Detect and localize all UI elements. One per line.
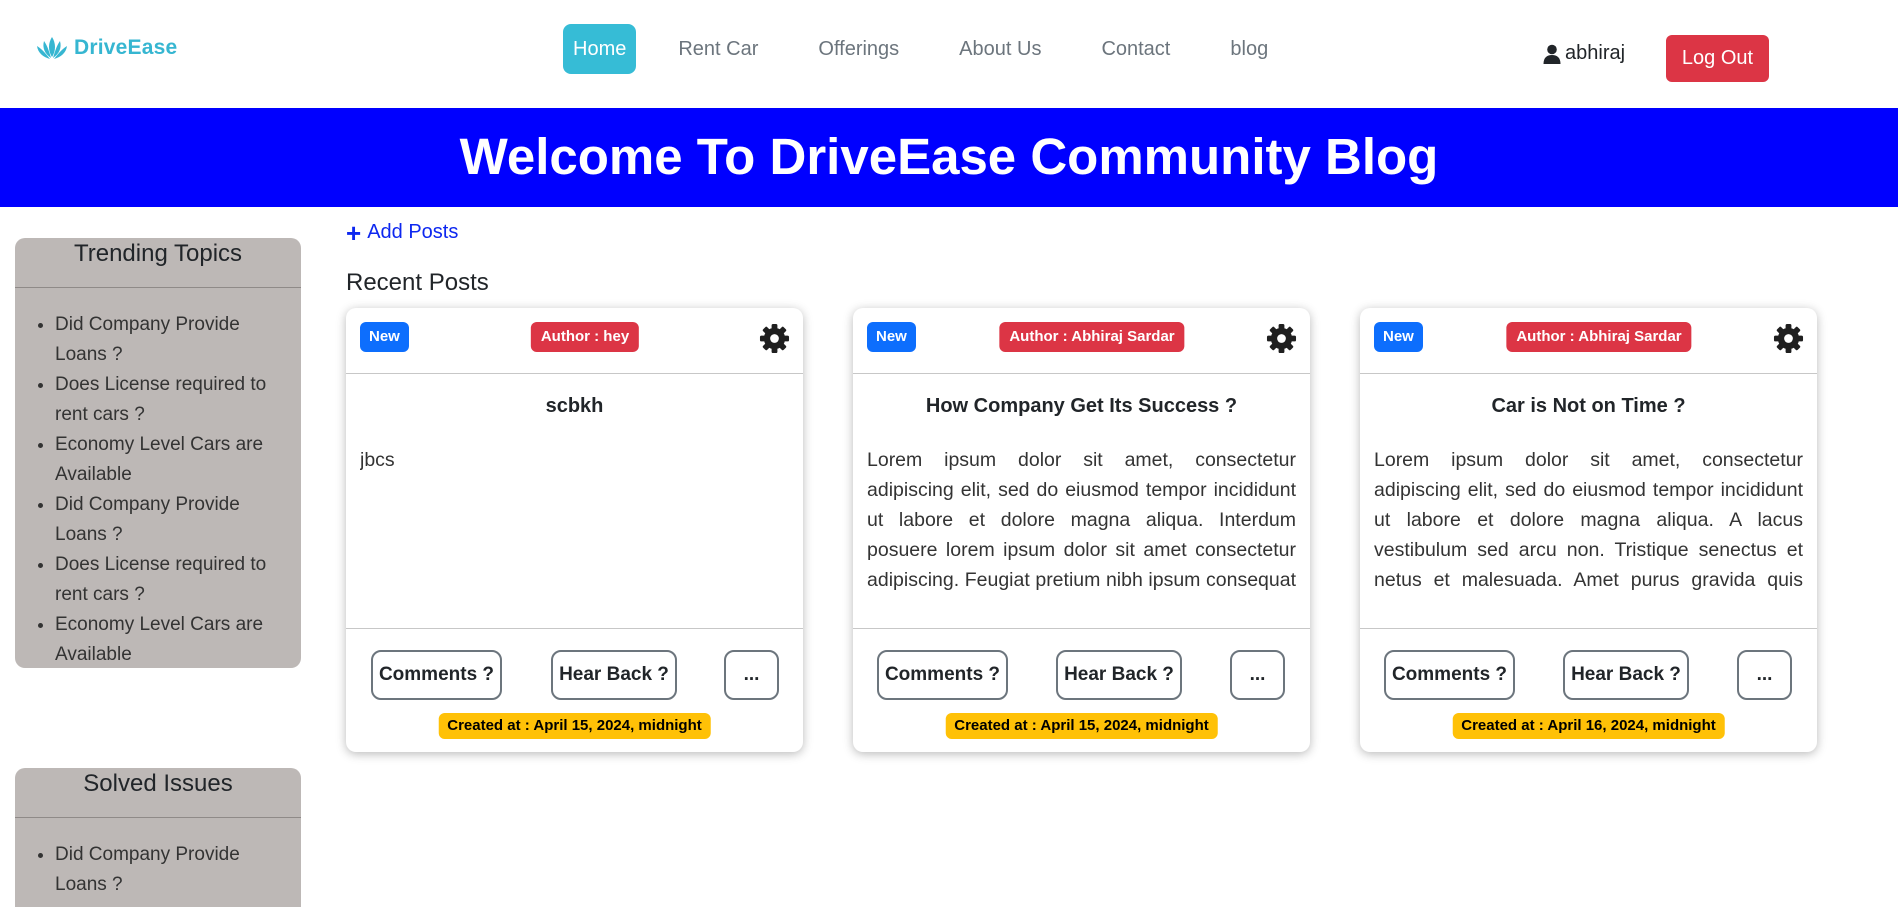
comments-button[interactable]: Comments ? [1384, 650, 1515, 700]
post-footer: Comments ? Hear Back ? ... Created at : … [346, 628, 803, 752]
created-at-badge: Created at : April 15, 2024, midnight [945, 713, 1218, 739]
list-item[interactable]: Economy Level Cars are Available [55, 430, 287, 490]
post-footer: Comments ? Hear Back ? ... Created at : … [853, 628, 1310, 752]
list-item[interactable]: Does License required to rent cars ? [55, 370, 287, 430]
trending-topics-title: Trending Topics [15, 238, 301, 288]
post-body: Lorem ipsum dolor sit amet, consectetur … [1374, 449, 1803, 591]
list-item[interactable]: Economy Level Cars are Available [55, 610, 287, 668]
hear-back-button[interactable]: Hear Back ? [551, 650, 677, 700]
hero-banner: Welcome To DriveEase Community Blog [0, 108, 1898, 207]
comments-button[interactable]: Comments ? [877, 650, 1008, 700]
list-item[interactable]: Does License required to rent cars ? [55, 550, 287, 610]
lotus-logo-icon [37, 37, 67, 59]
post-footer: Comments ? Hear Back ? ... Created at : … [1360, 628, 1817, 752]
brand-logo[interactable]: DriveEase [34, 33, 177, 63]
post-card: New Author : Abhiraj Sardar How Company … [853, 308, 1310, 752]
user-profile[interactable]: abhiraj [1543, 42, 1625, 65]
recent-posts-heading: Recent Posts [346, 269, 489, 296]
new-badge: New [360, 322, 409, 352]
author-badge: Author : Abhiraj Sardar [1506, 322, 1692, 352]
list-item[interactable]: Did Company Provide Loans ? [55, 840, 287, 900]
nav-home[interactable]: Home [563, 24, 637, 74]
author-badge: Author : Abhiraj Sardar [999, 322, 1185, 352]
user-icon [1543, 44, 1561, 64]
post-header: New Author : Abhiraj Sardar [853, 308, 1310, 374]
post-card: New Author : Abhiraj Sardar Car is Not o… [1360, 308, 1817, 752]
new-badge: New [1374, 322, 1423, 352]
post-title: How Company Get Its Success ? [925, 395, 1238, 417]
navbar: DriveEase Home Rent Car Offerings About … [0, 0, 1898, 108]
post-card: New Author : hey scbkh jbcs Comments ? H… [346, 308, 803, 752]
new-badge: New [867, 322, 916, 352]
post-title: scbkh [545, 395, 604, 417]
nav-rent-car[interactable]: Rent Car [668, 24, 768, 74]
brand-name: DriveEase [74, 36, 178, 59]
solved-issues-list: Did Company Provide Loans ? [15, 818, 301, 900]
nav-blog[interactable]: blog [1220, 24, 1278, 74]
gear-icon[interactable] [1266, 323, 1297, 354]
created-at-badge: Created at : April 16, 2024, midnight [1452, 713, 1725, 739]
post-body: jbcs [360, 449, 395, 471]
hear-back-button[interactable]: Hear Back ? [1056, 650, 1182, 700]
post-header: New Author : Abhiraj Sardar [1360, 308, 1817, 374]
add-posts-link[interactable]: + Add Posts [346, 217, 459, 248]
created-at-badge: Created at : April 15, 2024, midnight [438, 713, 711, 739]
solved-issues-card: Solved Issues Did Company Provide Loans … [15, 768, 301, 907]
gear-icon[interactable] [1773, 323, 1804, 354]
solved-issues-title: Solved Issues [15, 768, 301, 818]
post-header: New Author : hey [346, 308, 803, 374]
author-badge: Author : hey [530, 322, 640, 352]
nav-links: Home Rent Car Offerings About Us Contact… [563, 24, 1318, 74]
list-item[interactable]: Did Company Provide Loans ? [55, 310, 287, 370]
nav-about-us[interactable]: About Us [949, 24, 1051, 74]
more-options-button[interactable]: ... [1230, 650, 1285, 700]
nav-contact[interactable]: Contact [1091, 24, 1180, 74]
trending-topics-card: Trending Topics Did Company Provide Loan… [15, 238, 301, 668]
trending-topics-list: Did Company Provide Loans ? Does License… [15, 288, 301, 668]
add-posts-label: Add Posts [367, 221, 459, 243]
nav-offerings[interactable]: Offerings [808, 24, 909, 74]
username: abhiraj [1565, 42, 1626, 64]
list-item[interactable]: Did Company Provide Loans ? [55, 490, 287, 550]
post-body: Lorem ipsum dolor sit amet, consectetur … [867, 449, 1296, 591]
comments-button[interactable]: Comments ? [371, 650, 502, 700]
post-title: Car is Not on Time ? [1491, 395, 1686, 417]
hear-back-button[interactable]: Hear Back ? [1563, 650, 1689, 700]
logout-button[interactable]: Log Out [1666, 35, 1769, 82]
more-options-button[interactable]: ... [724, 650, 779, 700]
plus-icon: + [346, 217, 362, 248]
banner-title: Welcome To DriveEase Community Blog [459, 128, 1439, 185]
more-options-button[interactable]: ... [1737, 650, 1792, 700]
gear-icon[interactable] [759, 323, 790, 354]
